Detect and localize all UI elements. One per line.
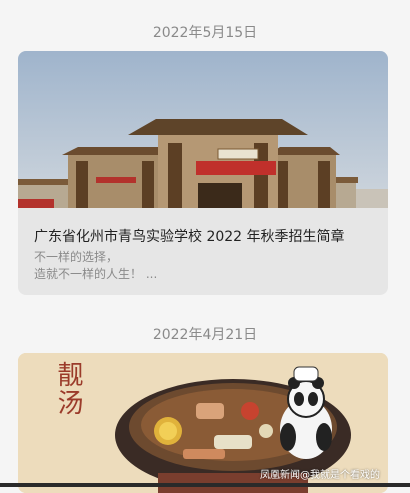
cover-calligraphy: 靓汤 bbox=[53, 361, 83, 417]
summary-line: 造就不一样的人生！ ... bbox=[34, 267, 158, 281]
school-gate-image bbox=[18, 51, 388, 208]
watermark: 凤凰新闻@我就是个看戏的 bbox=[260, 470, 380, 481]
article-title[interactable]: 广东省化州市青鸟实验学校 2022 年秋季招生简章 bbox=[34, 226, 345, 246]
article-card[interactable]: 广东省化州市青鸟实验学校 2022 年秋季招生简章 不一样的选择， 造就不一样的… bbox=[18, 51, 388, 295]
article-summary: 不一样的选择， 造就不一样的人生！ ... bbox=[34, 249, 157, 283]
article-date: 2022年5月15日 bbox=[152, 25, 258, 41]
summary-line: 不一样的选择， bbox=[34, 250, 119, 264]
article-card[interactable]: 靓汤 凤凰新闻@我就是个看戏的 bbox=[18, 353, 388, 493]
article-date: 2022年4月21日 bbox=[152, 327, 258, 343]
bottom-divider bbox=[0, 483, 410, 487]
